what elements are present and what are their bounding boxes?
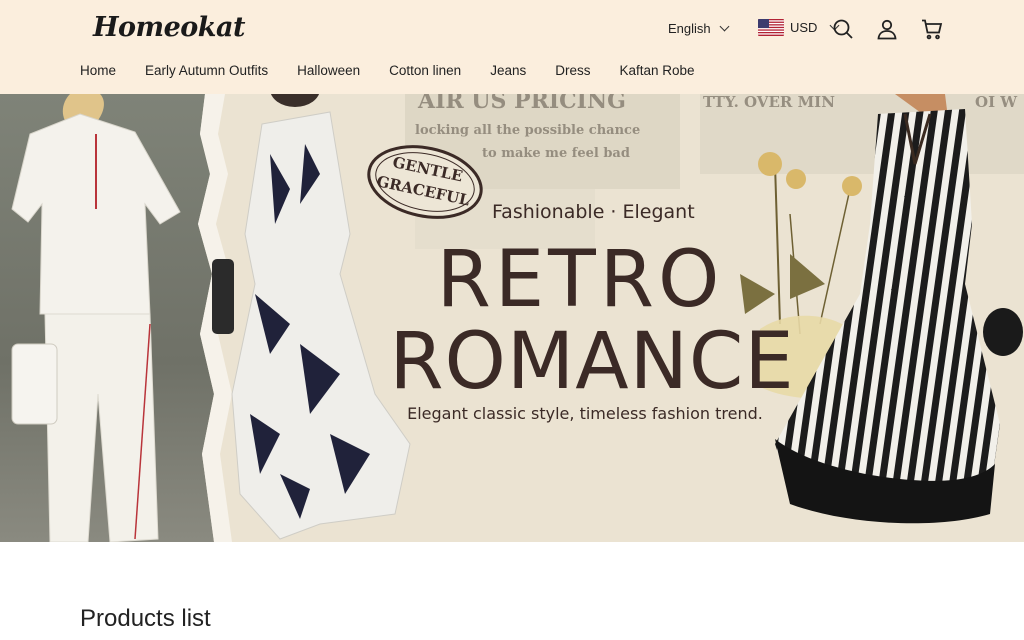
nav-item-halloween[interactable]: Halloween xyxy=(297,63,360,78)
main-nav: Home Early Autumn Outfits Halloween Cott… xyxy=(80,63,724,78)
us-flag-icon xyxy=(758,19,784,36)
language-label: English xyxy=(668,21,711,36)
site-header: Homeokat English USD Home Early Autumn O… xyxy=(0,0,1024,94)
search-icon[interactable] xyxy=(831,17,855,41)
news-text-3: to make me feel bad xyxy=(482,146,630,161)
nav-item-cotton-linen[interactable]: Cotton linen xyxy=(389,63,461,78)
logo[interactable]: Homeokat xyxy=(93,12,245,43)
nav-item-kaftan-robe[interactable]: Kaftan Robe xyxy=(619,63,694,78)
news-text-1: AIR US PRICING xyxy=(417,94,626,114)
language-selector[interactable]: English xyxy=(668,21,730,36)
nav-item-jeans[interactable]: Jeans xyxy=(490,63,526,78)
products-list-title: Products list xyxy=(80,605,211,632)
hero-subtitle: Elegant classic style, timeless fashion … xyxy=(407,404,763,423)
news-text-5: OI W xyxy=(975,94,1018,111)
currency-label: USD xyxy=(790,20,818,35)
hero-banner[interactable]: GENTLE GRACEFUL AIR US PRICING locking a… xyxy=(0,94,1024,542)
nav-item-early-autumn-outfits[interactable]: Early Autumn Outfits xyxy=(145,63,268,78)
chevron-down-icon xyxy=(719,21,730,32)
hero-tagline: Fashionable · Elegant xyxy=(492,201,695,223)
news-text-2: locking all the possible chance xyxy=(415,123,640,138)
nav-item-dress[interactable]: Dress xyxy=(555,63,590,78)
news-text-4: TTY. OVER MIN xyxy=(703,94,835,111)
hero-title-line-2: ROMANCE xyxy=(389,317,794,407)
hero-title-line-1: RETRO xyxy=(437,235,724,325)
user-icon[interactable] xyxy=(875,17,899,41)
nav-item-home[interactable]: Home xyxy=(80,63,116,78)
hero-artwork: GENTLE GRACEFUL AIR US PRICING locking a… xyxy=(0,94,1024,542)
currency-selector[interactable]: USD xyxy=(758,19,840,36)
cart-icon[interactable] xyxy=(920,17,944,41)
